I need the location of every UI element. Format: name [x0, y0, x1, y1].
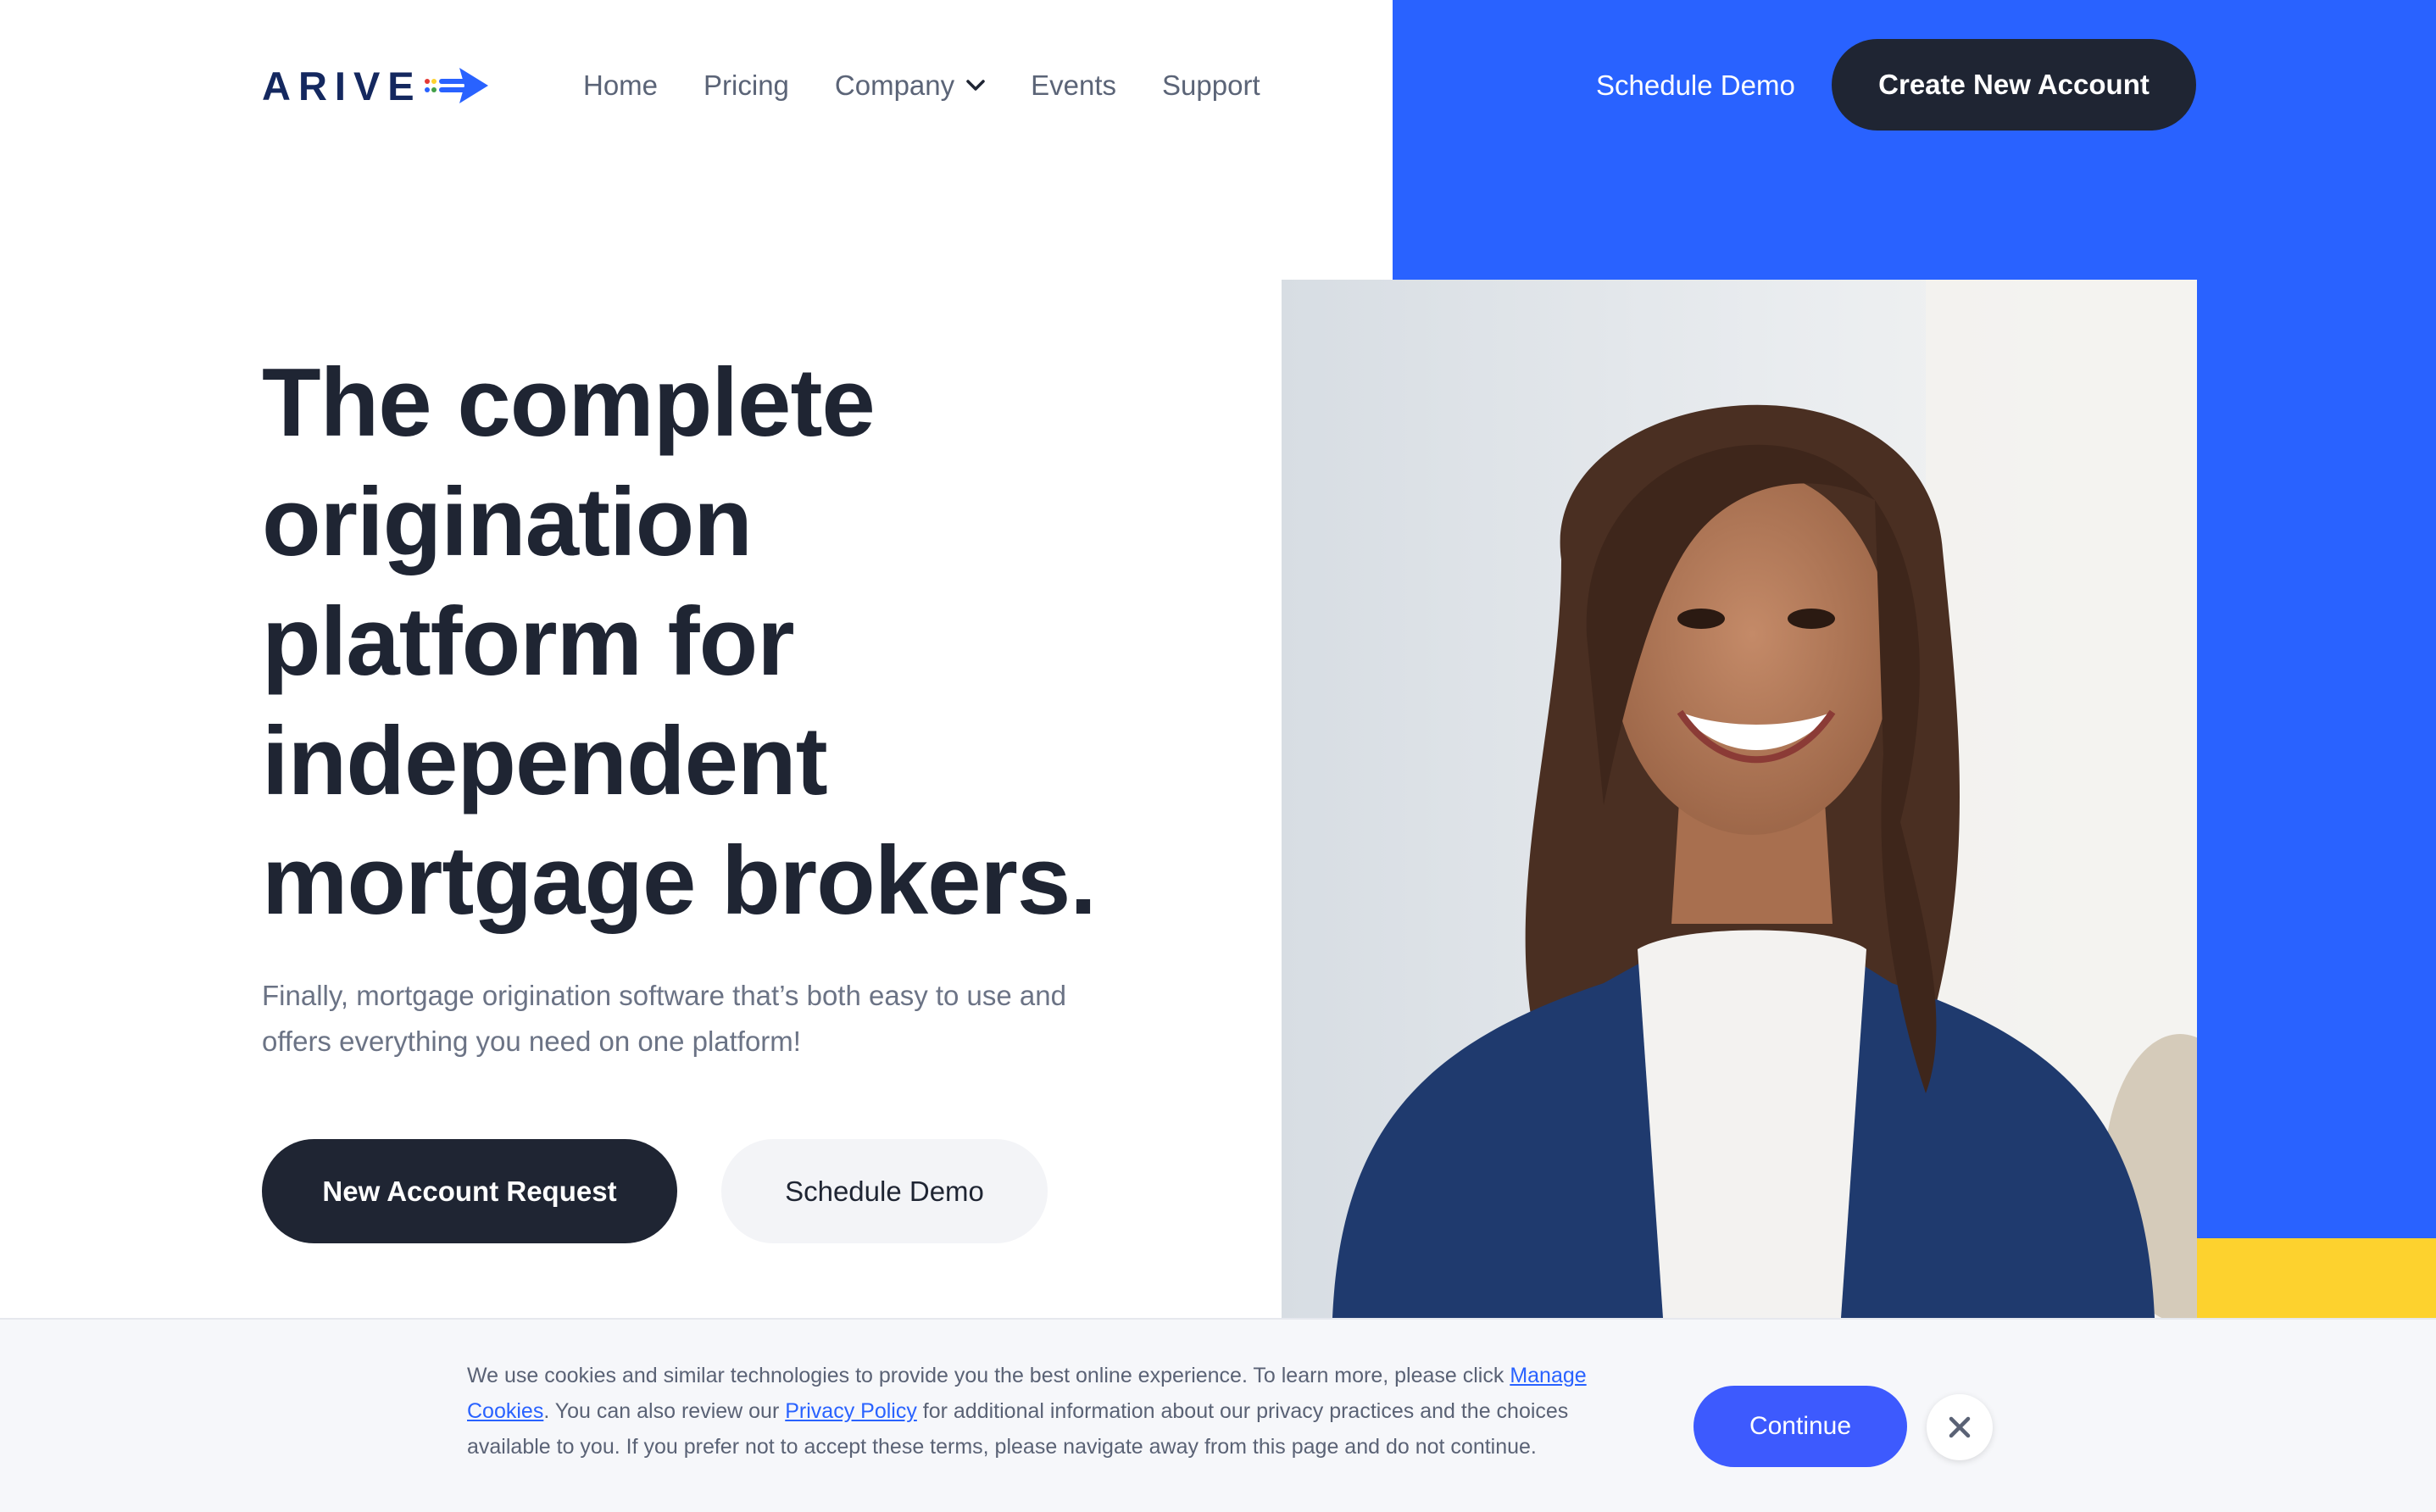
hero-title-line: platform for: [262, 588, 795, 696]
nav-events[interactable]: Events: [1031, 69, 1116, 102]
hero-title-line: The complete: [262, 349, 876, 457]
main-nav: Home Pricing Company Events Support: [583, 63, 1260, 108]
nav-pricing[interactable]: Pricing: [704, 69, 789, 102]
cookie-banner: We use cookies and similar technologies …: [0, 1318, 2436, 1512]
close-icon: [1949, 1416, 1971, 1438]
nav-home[interactable]: Home: [583, 69, 658, 102]
hero-title-line: mortgage brokers.: [262, 827, 1097, 935]
cookie-close-button[interactable]: [1927, 1394, 1993, 1460]
nav-company-label: Company: [834, 69, 955, 101]
page: ARIVE Home Pricing Company Events Suppor…: [0, 0, 2436, 1512]
nav-support[interactable]: Support: [1162, 69, 1260, 102]
logo-text: ARIVE: [262, 63, 422, 108]
hero-title-line: origination: [262, 469, 753, 576]
cookie-message: We use cookies and similar technologies …: [467, 1358, 1637, 1465]
hero-photo: [1282, 280, 2197, 1318]
hero-subtitle-line: offers everything you need on one platfo…: [262, 1026, 801, 1057]
create-new-account-button[interactable]: Create New Account: [1832, 39, 2196, 131]
woman-portrait-image: [1282, 280, 2197, 1318]
hero-subtitle-line: Finally, mortgage origination software t…: [262, 980, 1066, 1011]
hero-title-line: independent: [262, 708, 828, 815]
privacy-policy-link[interactable]: Privacy Policy: [785, 1399, 917, 1423]
hero-subtitle: Finally, mortgage origination software t…: [262, 973, 1126, 1065]
arive-logo[interactable]: ARIVE: [262, 63, 492, 108]
nav-company[interactable]: Company: [835, 69, 985, 102]
hero-schedule-demo-button[interactable]: Schedule Demo: [721, 1139, 1048, 1243]
cookie-text-part: . You can also review our: [543, 1399, 786, 1423]
new-account-request-button[interactable]: New Account Request: [262, 1139, 677, 1243]
cookie-text-part: We use cookies and similar technologies …: [467, 1364, 1510, 1387]
logo-arrow-icon: [424, 68, 488, 103]
header-schedule-demo-link[interactable]: Schedule Demo: [1596, 63, 1795, 108]
chevron-down-icon: [966, 80, 985, 91]
cookie-continue-button[interactable]: Continue: [1694, 1386, 1907, 1467]
hero-title: The complete origination platform for in…: [262, 343, 1177, 941]
